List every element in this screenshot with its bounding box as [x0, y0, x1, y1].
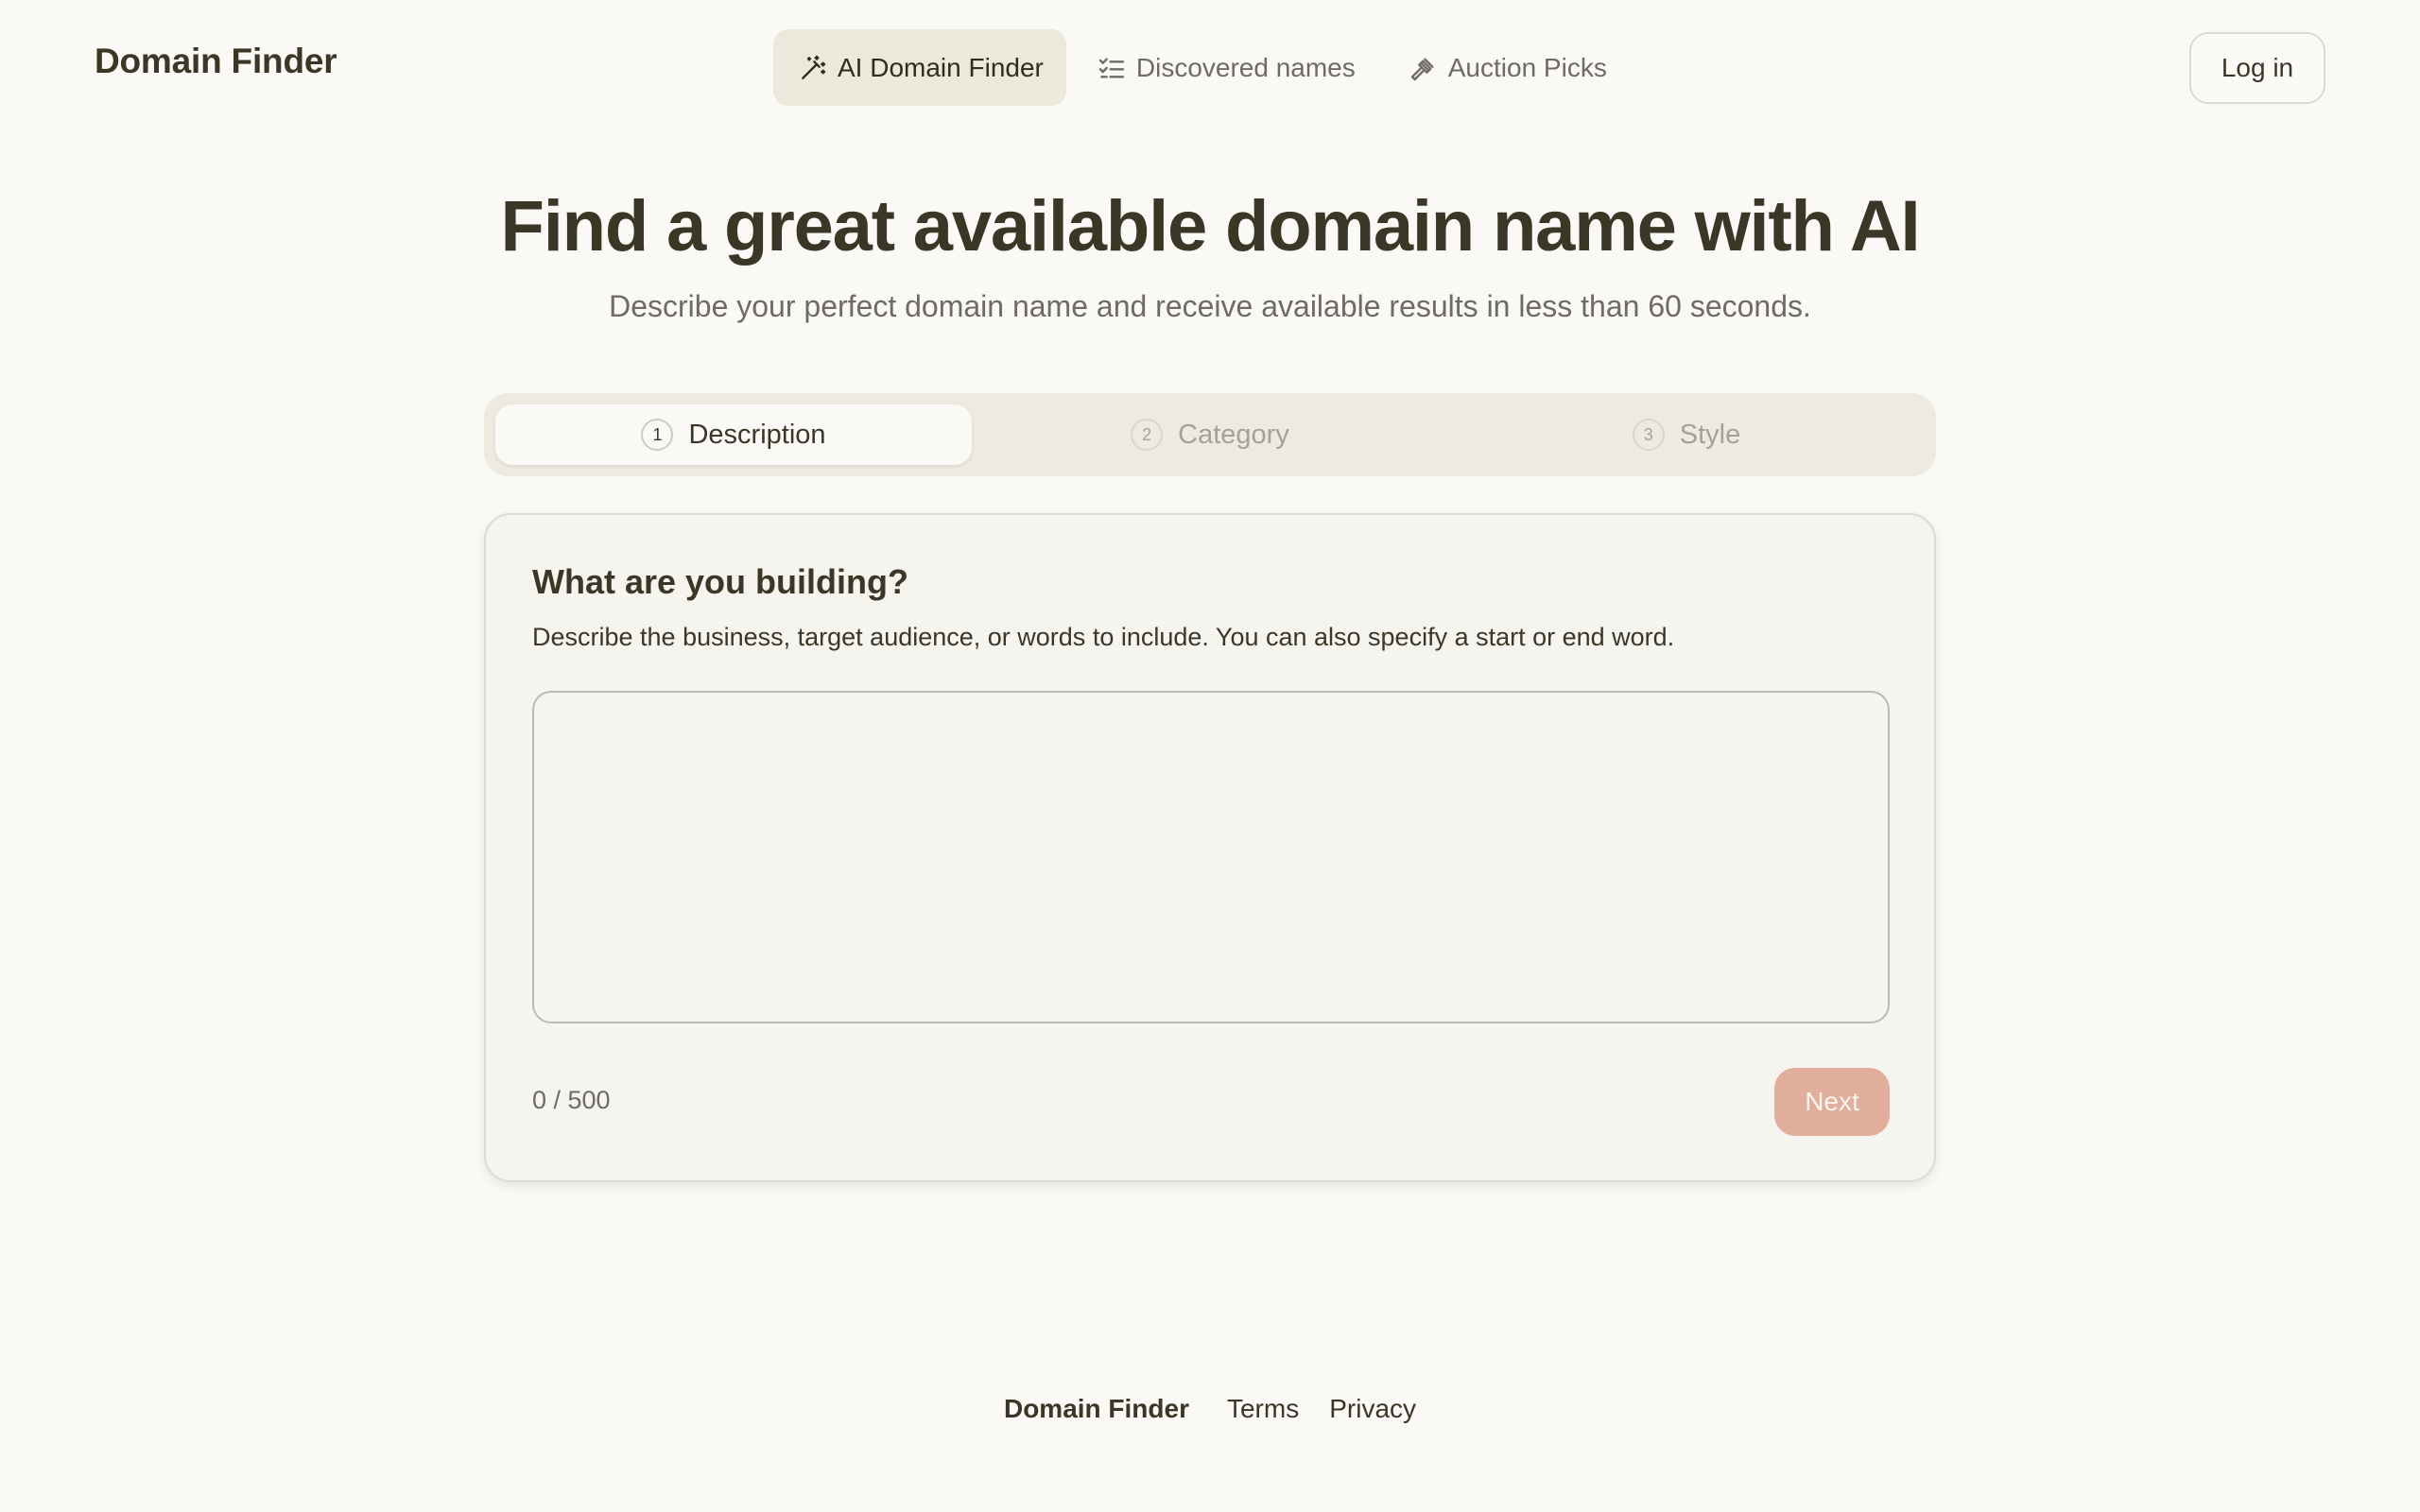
- footer: Domain Finder Terms Privacy: [0, 1394, 2420, 1424]
- footer-link-privacy[interactable]: Privacy: [1329, 1394, 1416, 1424]
- magic-wand-icon: [796, 51, 830, 85]
- form-description: Describe the business, target audience, …: [532, 623, 1675, 651]
- page-subtitle: Describe your perfect domain name and re…: [609, 289, 1811, 323]
- step-label: Category: [1178, 419, 1289, 450]
- next-button[interactable]: Next: [1774, 1068, 1890, 1136]
- character-counter: 0 / 500: [532, 1086, 611, 1114]
- step-label: Description: [688, 419, 826, 450]
- brand-logo[interactable]: Domain Finder: [95, 42, 337, 81]
- nav-discovered-names[interactable]: Discovered names: [1072, 29, 1378, 106]
- step-style[interactable]: 3 Style: [1448, 404, 1925, 465]
- nav-discovered-names-label: Discovered names: [1135, 52, 1356, 82]
- page-title: Find a great available domain name with …: [500, 186, 1921, 266]
- step-indicator: 1 Description 2 Category 3 Style: [484, 393, 1936, 476]
- description-form-card: What are you building? Describe the busi…: [484, 513, 1936, 1182]
- step-number-badge: 1: [641, 419, 674, 451]
- nav-ai-domain-finder-label: AI Domain Finder: [838, 52, 1044, 82]
- step-category[interactable]: 2 Category: [972, 404, 1448, 465]
- nav-auction-picks-label: Auction Picks: [1447, 52, 1607, 82]
- step-label: Style: [1679, 419, 1741, 450]
- description-textarea[interactable]: [532, 691, 1890, 1023]
- nav-ai-domain-finder[interactable]: AI Domain Finder: [773, 29, 1066, 106]
- footer-brand[interactable]: Domain Finder: [1004, 1394, 1189, 1424]
- step-number-badge: 2: [1131, 419, 1164, 451]
- gavel-icon: [1407, 51, 1441, 85]
- footer-link-terms[interactable]: Terms: [1227, 1394, 1299, 1424]
- main-nav: AI Domain Finder Discovered names Auctio…: [773, 29, 1630, 106]
- step-number-badge: 3: [1632, 419, 1665, 451]
- nav-auction-picks[interactable]: Auction Picks: [1384, 29, 1630, 106]
- top-bar: Domain Finder AI Domain Finder Discovere…: [0, 0, 2420, 132]
- checklist-icon: [1095, 51, 1129, 85]
- login-button[interactable]: Log in: [2189, 32, 2325, 104]
- step-description[interactable]: 1 Description: [495, 404, 972, 465]
- form-title: What are you building?: [532, 562, 908, 601]
